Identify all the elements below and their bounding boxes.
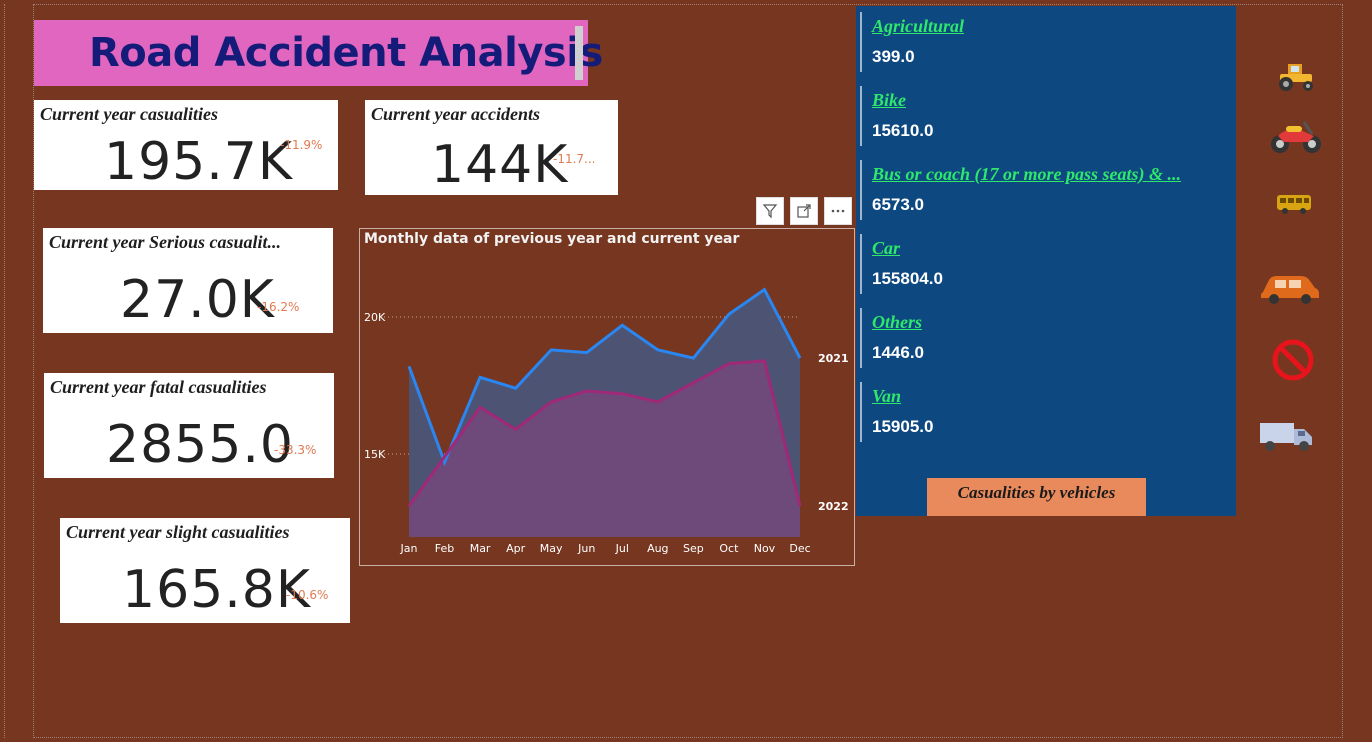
item-divider — [860, 86, 862, 146]
vehicle-count: 15610.0 — [872, 121, 934, 140]
chart-plot: 20K 15K 2021 2022 Jan Feb Mar Apr May Jun Jul Aug Se… — [364, 287, 849, 555]
vehicle-item-car[interactable]: Car 155804.0 — [856, 232, 1236, 296]
series-label-2022: 2022 — [818, 500, 849, 513]
car-icon — [1261, 276, 1319, 304]
y-tick-label: 15K — [364, 448, 386, 461]
kpi-value: 2855.0 — [106, 415, 294, 475]
x-tick-label: Aug — [647, 542, 668, 555]
vehicle-name[interactable]: Agricultural — [872, 16, 964, 37]
canvas-guide — [4, 4, 6, 738]
kpi-label: Current year fatal casualities — [50, 377, 267, 397]
x-tick-label: Mar — [470, 542, 491, 555]
vehicle-item-agricultural[interactable]: Agricultural 399.0 — [856, 10, 1236, 74]
kpi-card-serious[interactable]: Current year Serious casualit... 27.0K -… — [43, 228, 333, 333]
kpi-card-slight[interactable]: Current year slight casualities 165.8K -… — [60, 518, 350, 623]
bus-icon — [1277, 195, 1311, 214]
item-divider — [860, 382, 862, 442]
kpi-card-accidents[interactable]: Current year accidents 144K -11.7... — [365, 100, 618, 195]
vehicle-item-van[interactable]: Van 15905.0 — [856, 380, 1236, 444]
vehicle-item-bus[interactable]: Bus or coach (17 or more pass seats) & .… — [856, 158, 1236, 222]
focus-mode-icon[interactable] — [790, 197, 818, 225]
kpi-card-fatal[interactable]: Current year fatal casualities 2855.0 -3… — [44, 373, 334, 478]
page-title: Road Accident Analysis — [89, 30, 603, 76]
vehicle-name[interactable]: Car — [872, 238, 900, 259]
x-tick-label: Feb — [435, 542, 454, 555]
kpi-delta: -10.6% — [286, 588, 329, 602]
x-tick-label: Oct — [719, 542, 739, 555]
vehicle-count: 15905.0 — [872, 417, 934, 436]
vehicle-count: 155804.0 — [872, 269, 943, 288]
kpi-label: Current year casualities — [40, 104, 219, 124]
vehicle-name[interactable]: Bus or coach (17 or more pass seats) & .… — [872, 164, 1181, 185]
vehicle-item-bike[interactable]: Bike 15610.0 — [856, 84, 1236, 148]
vehicle-count: 399.0 — [872, 47, 915, 66]
filter-icon[interactable] — [756, 197, 784, 225]
motorbike-icon — [1271, 121, 1321, 153]
x-tick-label: Apr — [506, 542, 526, 555]
vehicle-count: 6573.0 — [872, 195, 924, 214]
kpi-value: 27.0K — [120, 270, 275, 330]
kpi-delta: -11.9% — [280, 138, 323, 152]
tractor-icon — [1279, 64, 1313, 91]
kpi-value: 165.8K — [122, 560, 311, 620]
x-tick-label: Jun — [577, 542, 595, 555]
item-divider — [860, 234, 862, 294]
item-divider — [860, 12, 862, 72]
monthly-area-chart[interactable]: Monthly data of previous year and curren… — [359, 228, 855, 566]
x-tick-label: Nov — [754, 542, 776, 555]
vehicle-name[interactable]: Van — [872, 386, 901, 407]
item-divider — [860, 160, 862, 220]
y-tick-label: 20K — [364, 311, 386, 324]
x-tick-label: May — [540, 542, 563, 555]
kpi-delta: -11.7... — [553, 152, 596, 166]
item-divider — [860, 308, 862, 368]
kpi-value: 195.7K — [104, 132, 293, 190]
vehicle-count: 1446.0 — [872, 343, 924, 362]
x-tick-label: Dec — [789, 542, 810, 555]
series-label-2021: 2021 — [818, 352, 849, 365]
more-options-icon[interactable] — [824, 197, 852, 225]
kpi-card-casualties[interactable]: Current year casualities 195.7K -11.9% — [34, 100, 338, 190]
vehicle-name[interactable]: Bike — [872, 90, 906, 111]
vehicle-item-others[interactable]: Others 1446.0 — [856, 306, 1236, 370]
prohibited-icon — [1272, 339, 1314, 381]
kpi-delta: -33.3% — [274, 443, 317, 457]
kpi-label: Current year slight casualities — [66, 522, 290, 542]
vehicle-casualties-panel: Agricultural 399.0 Bike 15610.0 Bus or c… — [856, 6, 1236, 516]
kpi-value: 144K — [431, 135, 569, 195]
vehicle-name[interactable]: Others — [872, 312, 922, 333]
kpi-delta: -16.2% — [257, 300, 300, 314]
x-tick-label: Sep — [683, 542, 704, 555]
kpi-label: Current year accidents — [371, 104, 540, 124]
x-tick-label: Jul — [615, 542, 629, 555]
panel-caption: Casualities by vehicles — [927, 478, 1146, 516]
x-tick-label: Jan — [400, 542, 418, 555]
title-banner: Road Accident Analysis — [34, 20, 603, 86]
kpi-label: Current year Serious casualit... — [49, 232, 282, 252]
title-scroll-indicator — [575, 26, 583, 80]
truck-icon — [1260, 423, 1312, 451]
